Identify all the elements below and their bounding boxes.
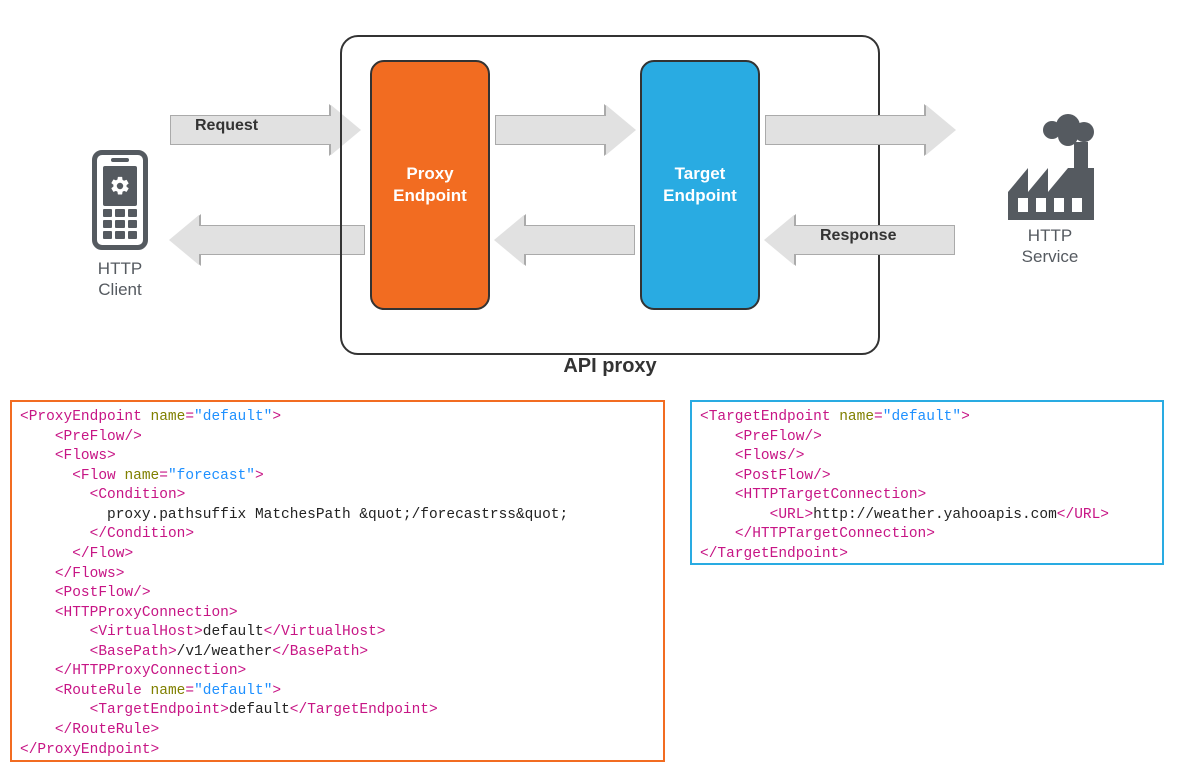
response-label: Response: [820, 227, 896, 245]
factory-icon: [990, 108, 1110, 228]
api-proxy-diagram: HTTPClient Request API proxy: [0, 0, 1186, 380]
request-label: Request: [195, 117, 258, 135]
proxy-endpoint-xml: <ProxyEndpoint name="default"> <PreFlow/…: [10, 400, 665, 762]
proxy-endpoint-box: ProxyEndpoint: [370, 60, 490, 310]
arrow-proxy-to-target: [495, 105, 635, 155]
arrow-response-to-client: [170, 215, 365, 265]
api-proxy-label: API proxy: [340, 355, 880, 378]
http-service-label: HTTPService: [980, 225, 1120, 268]
target-endpoint-xml: <TargetEndpoint name="default"> <PreFlow…: [690, 400, 1164, 565]
gear-icon: [109, 175, 131, 197]
arrow-to-service: [765, 105, 955, 155]
target-endpoint-box: TargetEndpoint: [640, 60, 760, 310]
arrow-target-to-proxy: [495, 215, 635, 265]
phone-icon: [92, 150, 148, 250]
http-client-label: HTTPClient: [70, 258, 170, 301]
